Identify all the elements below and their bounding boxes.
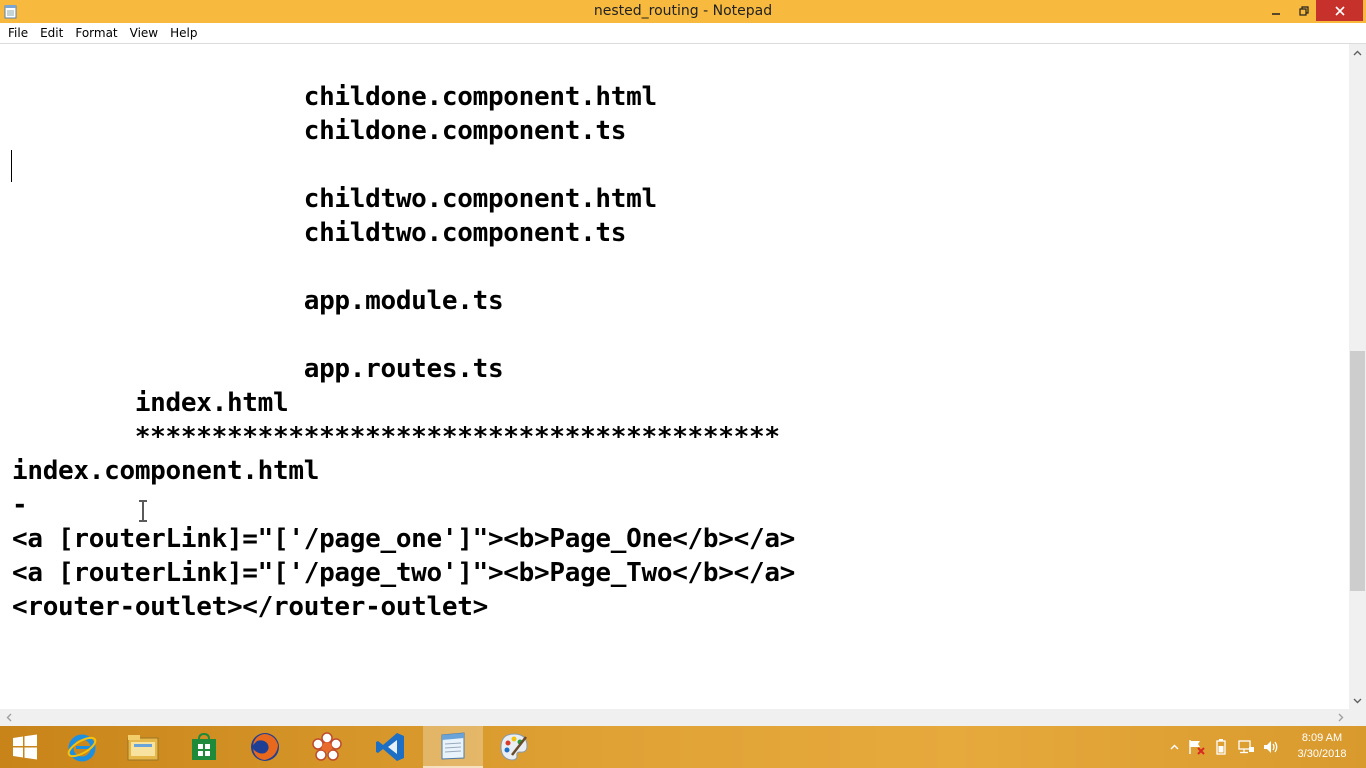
arrow-left-icon xyxy=(6,713,11,722)
scroll-left-button[interactable] xyxy=(0,709,17,726)
editor-line: <router-outlet></router-outlet> xyxy=(12,592,488,622)
taskbar-store[interactable] xyxy=(174,726,234,768)
menu-bar: File Edit Format View Help xyxy=(0,23,1366,43)
power-icon xyxy=(1216,739,1226,755)
action-center-flag-icon xyxy=(1189,740,1205,755)
taskbar-paint[interactable] xyxy=(484,726,544,768)
taskbar-file-explorer[interactable] xyxy=(113,726,173,768)
menu-edit[interactable]: Edit xyxy=(34,23,69,43)
scroll-down-button[interactable] xyxy=(1349,692,1366,709)
taskbar-firefox[interactable] xyxy=(235,726,295,768)
restore-button[interactable] xyxy=(1290,0,1318,21)
editor-line: - xyxy=(12,490,28,520)
store-icon xyxy=(192,732,216,760)
scrollbar-corner xyxy=(1349,709,1366,726)
minimize-icon xyxy=(1272,12,1280,15)
taskbar-internet-explorer[interactable] xyxy=(52,726,112,768)
menu-file[interactable]: File xyxy=(2,23,34,43)
editor-line: childtwo.component.ts xyxy=(12,218,627,248)
arrow-up-icon xyxy=(1353,50,1362,55)
tray-action-center[interactable] xyxy=(1186,726,1208,768)
taskbar-app-flower[interactable] xyxy=(297,726,357,768)
tray-network[interactable] xyxy=(1234,726,1258,768)
network-icon xyxy=(1238,740,1254,754)
menu-format[interactable]: Format xyxy=(69,23,123,43)
internet-explorer-icon xyxy=(67,734,97,762)
menu-help[interactable]: Help xyxy=(164,23,203,43)
editor-line: <a [routerLink]="['/page_two']"><b>Page_… xyxy=(12,558,796,588)
menu-view[interactable]: View xyxy=(124,23,164,43)
editor-line: childtwo.component.html xyxy=(12,184,657,214)
editor-line: app.routes.ts xyxy=(12,354,504,384)
arrow-down-icon xyxy=(1353,698,1362,703)
start-button[interactable] xyxy=(0,726,50,768)
file-explorer-icon xyxy=(127,735,159,761)
close-icon xyxy=(1334,5,1345,16)
clock-time: 8:09 AM xyxy=(1301,732,1343,744)
arrow-right-icon xyxy=(1338,713,1343,722)
close-button[interactable] xyxy=(1316,0,1363,21)
window-title: nested_routing - Notepad xyxy=(593,3,773,19)
title-bar[interactable]: nested_routing - Notepad xyxy=(0,0,1366,23)
editor-line: childone.component.ts xyxy=(12,116,627,146)
volume-icon xyxy=(1264,741,1278,753)
windows-start-icon xyxy=(13,734,37,760)
editor-line: childone.component.html xyxy=(12,82,657,112)
text-editor[interactable]: childone.component.html childone.compone… xyxy=(0,44,1349,709)
paint-icon xyxy=(500,733,528,761)
taskbar-notepad[interactable] xyxy=(423,726,483,768)
clock-date: 3/30/2018 xyxy=(1297,748,1347,760)
editor-line: <a [routerLink]="['/page_one']"><b>Page_… xyxy=(12,524,796,554)
text-caret xyxy=(11,150,12,182)
taskbar-vscode[interactable] xyxy=(360,726,420,768)
taskbar: 8:09 AM 3/30/2018 xyxy=(0,726,1366,768)
scroll-up-button[interactable] xyxy=(1349,44,1366,61)
horizontal-scrollbar[interactable] xyxy=(0,709,1349,726)
scroll-right-button[interactable] xyxy=(1332,709,1349,726)
taskbar-clock[interactable]: 8:09 AM 3/30/2018 xyxy=(1282,730,1362,762)
minimize-button[interactable] xyxy=(1262,0,1290,21)
editor-line: index.html xyxy=(12,388,289,418)
show-hidden-icons-button[interactable] xyxy=(1166,726,1182,768)
notepad-icon xyxy=(441,732,465,760)
show-hidden-icons-chevron xyxy=(1170,744,1178,750)
firefox-icon xyxy=(251,733,279,761)
tray-power[interactable] xyxy=(1210,726,1232,768)
tray-volume[interactable] xyxy=(1260,726,1282,768)
editor-line: app.module.ts xyxy=(12,286,504,316)
editor-text[interactable]: childone.component.html childone.compone… xyxy=(12,80,795,624)
vertical-scroll-thumb[interactable] xyxy=(1350,351,1365,591)
app-flower-icon xyxy=(312,732,342,761)
restore-icon xyxy=(1299,5,1309,16)
vscode-icon xyxy=(376,733,404,761)
ibeam-cursor-icon xyxy=(139,500,147,522)
editor-line: ****************************************… xyxy=(12,422,780,452)
vertical-scrollbar[interactable] xyxy=(1349,44,1366,709)
editor-line: index.component.html xyxy=(12,456,320,486)
